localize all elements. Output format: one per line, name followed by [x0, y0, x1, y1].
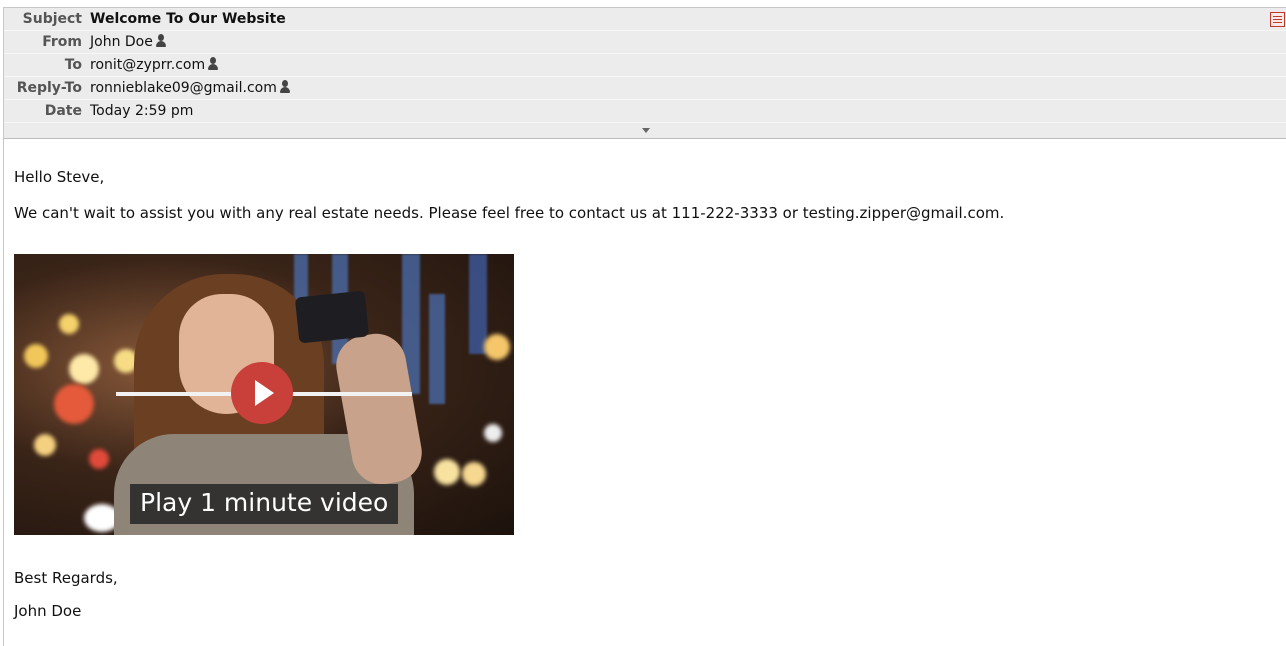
bokeh-light [34, 434, 56, 456]
subject-value: Welcome To Our Website [90, 11, 286, 27]
expand-row [4, 123, 1286, 138]
email-header: Subject Welcome To Our Website From John… [4, 8, 1286, 139]
intro-text: We can't wait to assist you with any rea… [14, 204, 1005, 222]
from-row: From John Doe [4, 31, 1286, 54]
from-label: From [42, 34, 82, 50]
from-value: John Doe [90, 31, 166, 54]
bokeh-light [89, 449, 109, 469]
to-address[interactable]: ronit@zyprr.com [90, 57, 205, 73]
closing-text: Best Regards, [14, 569, 118, 587]
from-name[interactable]: John Doe [90, 34, 153, 50]
date-row: Date Today 2:59 pm [4, 100, 1286, 123]
background-window [469, 254, 487, 354]
date-label: Date [44, 103, 82, 119]
replyto-value: ronnieblake09@gmail.com [90, 77, 290, 100]
bokeh-light [462, 462, 486, 486]
bokeh-light [69, 354, 99, 384]
replyto-row: Reply-To ronnieblake09@gmail.com [4, 77, 1286, 100]
video-caption: Play 1 minute video [130, 484, 399, 524]
replyto-address[interactable]: ronnieblake09@gmail.com [90, 80, 277, 96]
background-window [429, 294, 445, 404]
replyto-label: Reply-To [16, 80, 82, 96]
date-value: Today 2:59 pm [90, 103, 194, 119]
subject-row: Subject Welcome To Our Website [4, 8, 1286, 31]
to-value: ronit@zyprr.com [90, 54, 219, 77]
bokeh-light [24, 344, 48, 368]
bokeh-light [54, 384, 94, 424]
subject-label: Subject [22, 11, 82, 27]
person-icon[interactable] [155, 34, 166, 47]
person-icon[interactable] [279, 80, 290, 93]
person-icon[interactable] [208, 57, 219, 70]
play-icon[interactable] [231, 362, 293, 424]
bokeh-light [484, 334, 510, 360]
print-icon[interactable] [1270, 12, 1285, 27]
bokeh-light [434, 459, 460, 485]
video-thumbnail[interactable]: Play 1 minute video [14, 254, 514, 535]
greeting-text: Hello Steve, [14, 168, 105, 186]
to-label: To [64, 57, 82, 73]
to-row: To ronit@zyprr.com [4, 54, 1286, 77]
chevron-down-icon[interactable] [642, 128, 650, 133]
bokeh-light [59, 314, 79, 334]
signature-text: John Doe [14, 602, 82, 620]
video-subject-phone [294, 290, 370, 344]
bokeh-light [484, 424, 502, 442]
